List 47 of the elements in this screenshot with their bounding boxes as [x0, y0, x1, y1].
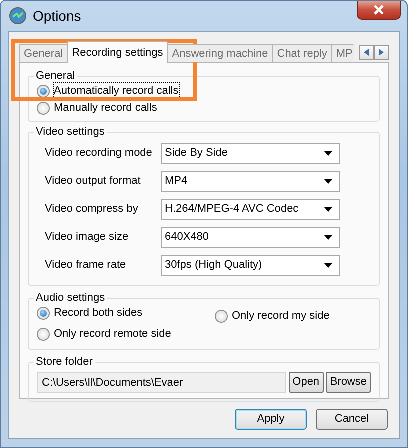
field-label: Video compress by: [44, 202, 140, 217]
radio-label[interactable]: Automatically record calls: [54, 83, 179, 100]
dropdown-arrow-icon: [324, 206, 333, 212]
group-title: Video settings: [35, 126, 106, 139]
close-button[interactable]: [357, 1, 401, 20]
radio-label[interactable]: Manually record calls: [54, 100, 158, 117]
field-label: Video recording mode: [44, 146, 154, 161]
dropdown[interactable]: MP4: [161, 170, 340, 192]
folder-button[interactable]: Browse: [326, 372, 371, 393]
radio-button[interactable]: [37, 85, 50, 98]
radio-label[interactable]: Only record remote side: [54, 326, 172, 343]
dialog-button[interactable]: Cancel: [316, 409, 388, 430]
radio-label[interactable]: Record both sides: [54, 305, 143, 322]
radio-button[interactable]: [215, 310, 228, 323]
dropdown[interactable]: 30fps (High Quality): [161, 254, 340, 276]
tab[interactable]: Recording settings: [67, 41, 168, 63]
dropdown[interactable]: Side By Side: [161, 142, 340, 164]
field-label: Video frame rate: [44, 258, 128, 273]
tab[interactable]: Answering machine: [167, 44, 274, 62]
scroll-left-button[interactable]: [359, 45, 374, 60]
right-arrow-icon: [379, 49, 384, 56]
dropdown-arrow-icon: [324, 262, 333, 268]
radio-button[interactable]: [37, 328, 50, 341]
radio-label[interactable]: Only record my side: [232, 308, 330, 325]
app-icon: [9, 7, 27, 25]
radio-button[interactable]: [37, 307, 50, 320]
dropdown[interactable]: H.264/MPEG-4 AVC Codec: [161, 198, 340, 220]
group-title: Store folder: [35, 356, 94, 369]
scroll-right-button[interactable]: [374, 45, 389, 60]
left-arrow-icon: [364, 49, 369, 56]
dropdown-arrow-icon: [324, 178, 333, 184]
dropdown[interactable]: 640X480: [161, 226, 340, 248]
close-icon: [373, 5, 385, 15]
dropdown-arrow-icon: [324, 150, 333, 156]
group-title: General: [35, 70, 76, 83]
dialog-button[interactable]: Apply: [235, 409, 307, 430]
tab[interactable]: MP: [331, 44, 354, 62]
window-title: Options: [33, 6, 82, 26]
field-label: Video image size: [44, 230, 130, 245]
tab[interactable]: Chat reply: [272, 44, 332, 62]
tab[interactable]: General: [19, 44, 68, 62]
group-title: Audio settings: [35, 292, 106, 305]
folder-button[interactable]: Open: [288, 372, 324, 393]
field-label: Video output format: [44, 174, 142, 189]
dropdown-arrow-icon: [324, 234, 333, 240]
radio-button[interactable]: [37, 102, 50, 115]
folder-path-field[interactable]: C:\Users\ll\Documents\Evaer: [37, 372, 286, 393]
